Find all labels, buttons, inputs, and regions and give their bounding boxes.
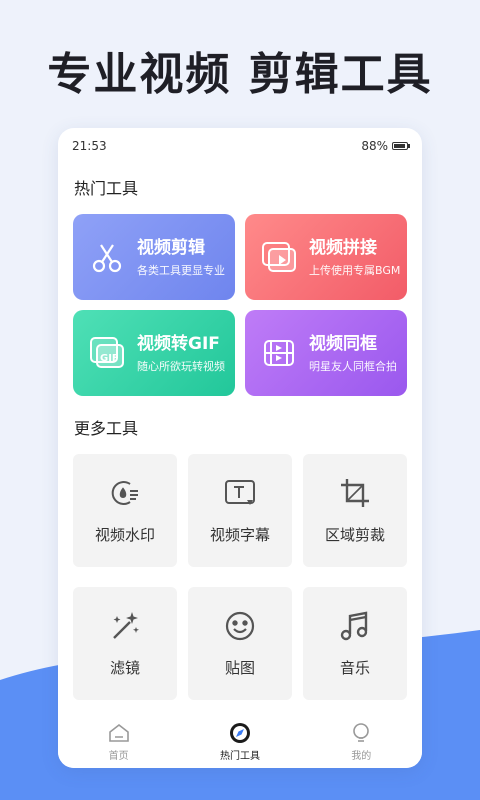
tool-label: 音乐: [339, 659, 370, 677]
tool-label: 视频字幕: [209, 526, 270, 544]
music-note-icon: [338, 609, 372, 643]
tool-music[interactable]: 音乐: [303, 587, 407, 700]
tool-label: 贴图: [224, 659, 255, 677]
hot-tool-video-merge[interactable]: 视频拼接 上传使用专属BGM: [245, 214, 407, 300]
gif-icon: GIF: [87, 333, 127, 373]
tool-sticker[interactable]: 贴图: [188, 587, 292, 700]
more-tools-title: 更多工具: [74, 419, 139, 438]
magic-wand-icon: [108, 609, 142, 643]
status-time: 21:53: [72, 139, 107, 153]
tool-label: 区域剪裁: [324, 526, 385, 544]
battery-percent: 88%: [361, 139, 388, 153]
scissors-icon: [87, 237, 127, 277]
phone-screen: 21:53 88% 热门工具 视频剪辑 各类工具更显专业 视频拼接 上传使用专属…: [58, 128, 422, 768]
tool-video-subtitle[interactable]: 视频字幕: [188, 454, 292, 567]
tab-label: 首页: [108, 751, 129, 762]
hot-tool-subtitle: 各类工具更显专业: [137, 263, 225, 277]
hot-tool-subtitle: 明星友人同框合拍: [309, 359, 397, 373]
film-frame-icon: [259, 333, 299, 373]
hot-tool-title: 视频剪辑: [137, 237, 205, 258]
battery-icon: [392, 142, 410, 150]
headline: 专业视频 剪辑工具: [47, 49, 433, 100]
bulb-icon: [350, 722, 372, 744]
video-stack-icon: [259, 237, 299, 277]
tool-label: 滤镜: [109, 659, 140, 677]
home-icon: [108, 722, 130, 744]
hot-tool-title: 视频同框: [309, 333, 377, 354]
bottom-tab-bar: 首页 热门工具 我的: [58, 716, 422, 768]
hot-tool-video-to-gif[interactable]: GIF 视频转GIF 随心所欲玩转视频: [73, 310, 235, 396]
tool-filter[interactable]: 滤镜: [73, 587, 177, 700]
hot-tool-title: 视频拼接: [309, 237, 377, 258]
hot-tools-title: 热门工具: [74, 179, 139, 198]
tab-mine[interactable]: 我的: [311, 722, 411, 762]
subtitle-icon: [223, 476, 257, 510]
tab-label: 我的: [351, 751, 372, 762]
watermark-icon: [108, 476, 142, 510]
tool-video-watermark[interactable]: 视频水印: [73, 454, 177, 567]
tab-hot-tools[interactable]: 热门工具: [190, 722, 290, 762]
hot-tool-video-duet[interactable]: 视频同框 明星友人同框合拍: [245, 310, 407, 396]
hot-tool-video-edit[interactable]: 视频剪辑 各类工具更显专业: [73, 214, 235, 300]
smiley-sticker-icon: [223, 609, 257, 643]
tool-label: 视频水印: [94, 526, 155, 544]
hot-tool-subtitle: 随心所欲玩转视频: [137, 359, 225, 373]
compass-icon: [229, 722, 251, 744]
more-tools-grid: 视频水印 视频字幕 区域剪裁 滤镜 贴图 音乐: [58, 442, 422, 700]
tab-home[interactable]: 首页: [69, 722, 169, 762]
hot-tools-grid: 视频剪辑 各类工具更显专业 视频拼接 上传使用专属BGM GIF 视频转GIF …: [58, 202, 422, 396]
svg-text:GIF: GIF: [100, 353, 119, 364]
crop-icon: [338, 476, 372, 510]
status-bar: 21:53 88%: [58, 128, 422, 164]
hot-tool-subtitle: 上传使用专属BGM: [309, 263, 401, 277]
tab-label: 热门工具: [219, 751, 260, 762]
tool-area-crop[interactable]: 区域剪裁: [303, 454, 407, 567]
battery-indicator: 88%: [361, 139, 410, 153]
hot-tool-title: 视频转GIF: [137, 333, 220, 354]
